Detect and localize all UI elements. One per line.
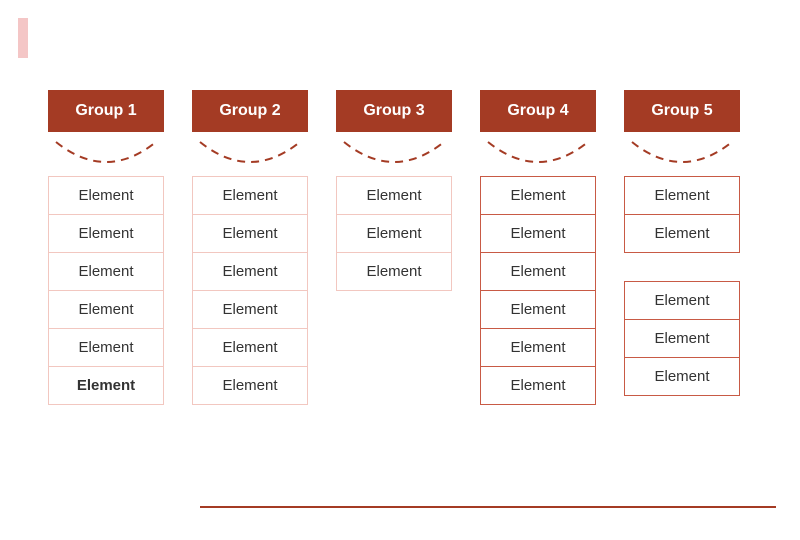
- element-cell: Element: [48, 176, 164, 215]
- dashed-arc-icon: [624, 132, 740, 176]
- element-cell: Element: [336, 214, 452, 253]
- element-cell: Element: [480, 366, 596, 405]
- group-header: Group 4: [480, 90, 596, 132]
- group-header: Group 5: [624, 90, 740, 132]
- element-cell: Element: [48, 328, 164, 367]
- element-cell: Element: [480, 328, 596, 367]
- element-cell: Element: [624, 357, 740, 396]
- dashed-arc-icon: [480, 132, 596, 176]
- dashed-arc-icon: [336, 132, 452, 176]
- group-header: Group 2: [192, 90, 308, 132]
- element-cell: Element: [192, 290, 308, 329]
- element-cell: Element: [192, 176, 308, 215]
- element-cell: Element: [48, 290, 164, 329]
- element-cell: Element: [480, 214, 596, 253]
- section-gap: [624, 253, 740, 281]
- group-column-4: Group 4 Element Element Element Element …: [480, 90, 596, 405]
- element-cell: Element: [624, 281, 740, 320]
- element-cell: Element: [624, 176, 740, 215]
- element-cell: Element: [192, 252, 308, 291]
- element-cell: Element: [192, 328, 308, 367]
- columns-container: Group 1 Element Element Element Element …: [48, 90, 740, 405]
- element-cell: Element: [624, 319, 740, 358]
- group-header: Group 3: [336, 90, 452, 132]
- dashed-arc-icon: [48, 132, 164, 176]
- element-cell: Element: [192, 214, 308, 253]
- element-cell: Element: [624, 214, 740, 253]
- group-column-2: Group 2 Element Element Element Element …: [192, 90, 308, 405]
- element-cell: Element: [48, 366, 164, 405]
- element-cell: Element: [192, 366, 308, 405]
- element-cell: Element: [48, 214, 164, 253]
- element-cell: Element: [480, 290, 596, 329]
- accent-bar: [18, 18, 28, 58]
- element-cell: Element: [336, 176, 452, 215]
- dashed-arc-icon: [192, 132, 308, 176]
- element-cell: Element: [48, 252, 164, 291]
- element-cell: Element: [480, 176, 596, 215]
- group-column-5: Group 5 Element Element Element Element …: [624, 90, 740, 405]
- group-column-1: Group 1 Element Element Element Element …: [48, 90, 164, 405]
- bottom-rule: [200, 506, 776, 508]
- element-cell: Element: [480, 252, 596, 291]
- group-header: Group 1: [48, 90, 164, 132]
- element-cell: Element: [336, 252, 452, 291]
- group-column-3: Group 3 Element Element Element: [336, 90, 452, 405]
